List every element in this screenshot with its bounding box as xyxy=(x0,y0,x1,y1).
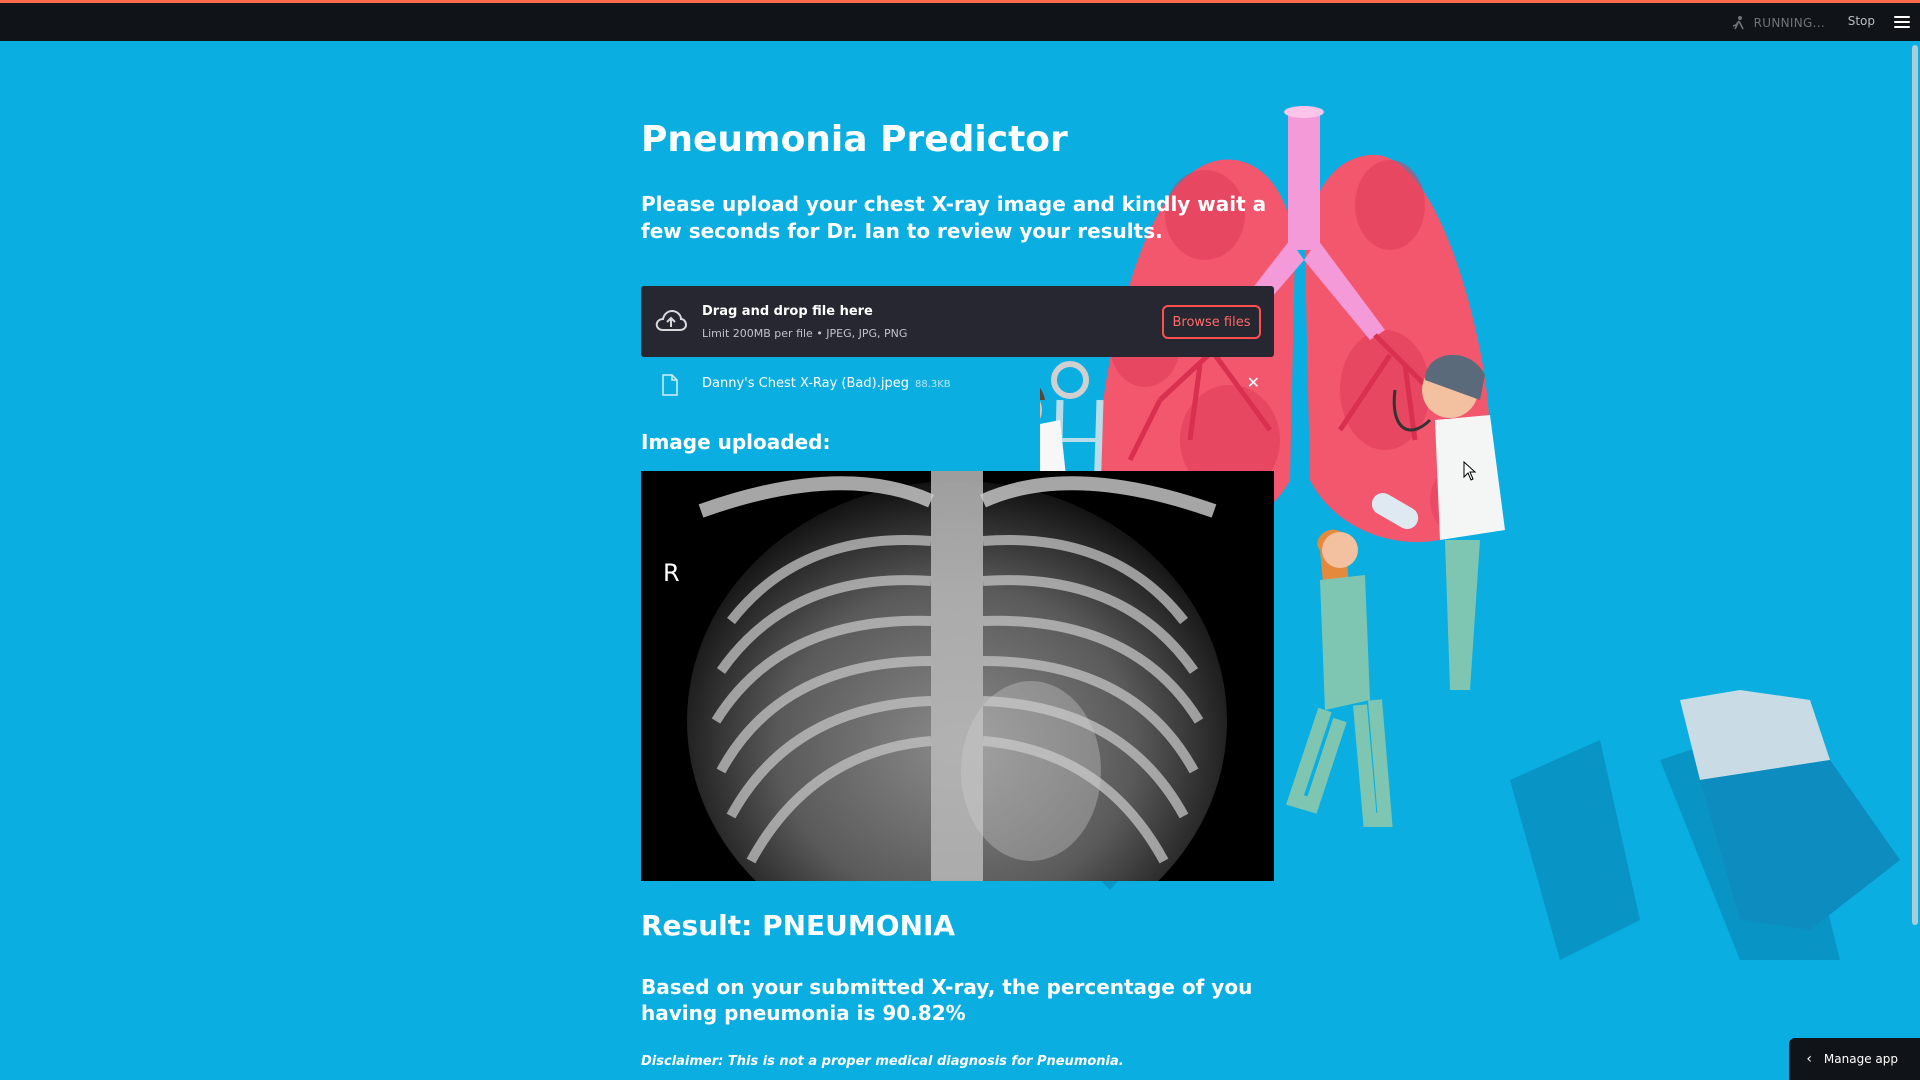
xray-side-marker: R xyxy=(663,559,680,587)
result-heading: Result: PNEUMONIA xyxy=(641,909,956,942)
chevron-left-icon: ‹ xyxy=(1806,1051,1812,1067)
file-icon xyxy=(662,374,678,396)
running-status-text: RUNNING... xyxy=(1753,16,1825,30)
uploaded-file-name: Danny's Chest X-Ray (Bad).jpeg 88.3KB xyxy=(702,376,951,391)
page-subtitle: Please upload your chest X-ray image and… xyxy=(641,192,1267,243)
uploaded-file-name-text: Danny's Chest X-Ray (Bad).jpeg xyxy=(702,376,909,391)
manage-app-label: Manage app xyxy=(1823,1052,1898,1066)
close-icon[interactable]: ✕ xyxy=(1247,373,1260,392)
file-uploader-dropzone[interactable]: Drag and drop file here Limit 200MB per … xyxy=(641,286,1274,357)
dropzone-limit-text: Limit 200MB per file • JPEG, JPG, PNG xyxy=(702,327,908,340)
cloud-upload-icon xyxy=(655,309,687,331)
manage-app-button[interactable]: ‹ Manage app xyxy=(1789,1038,1920,1080)
uploaded-file-size: 88.3KB xyxy=(914,379,951,390)
xray-graphic xyxy=(641,471,1274,881)
dropzone-instruction: Drag and drop file here xyxy=(702,304,873,319)
result-description: Based on your submitted X-ray, the perce… xyxy=(641,975,1253,1025)
chest-xray-image: R xyxy=(641,471,1274,881)
stop-button[interactable]: Stop xyxy=(1848,14,1875,28)
app-header: RUNNING... Stop xyxy=(0,0,1920,41)
disclaimer-text: Disclaimer: This is not a proper medical… xyxy=(641,1054,1124,1069)
browse-files-button[interactable]: Browse files xyxy=(1162,305,1261,339)
hamburger-menu-icon[interactable] xyxy=(1894,16,1910,30)
uploaded-file-item: Danny's Chest X-Ray (Bad).jpeg 88.3KB ✕ xyxy=(641,365,1274,405)
running-status: RUNNING... xyxy=(1730,15,1825,31)
running-person-icon xyxy=(1732,16,1744,30)
page-title: Pneumonia Predictor xyxy=(641,119,1068,160)
image-uploaded-label: Image uploaded: xyxy=(641,430,831,454)
mouse-cursor-icon xyxy=(1463,461,1477,481)
